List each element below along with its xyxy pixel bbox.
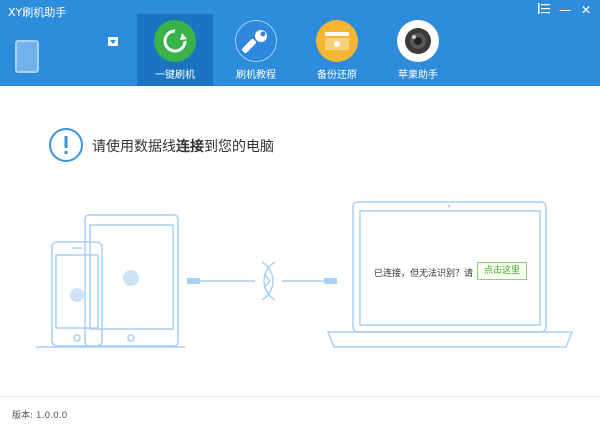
message-pre: 请使用数据线 [92, 139, 176, 155]
menu-icon[interactable] [535, 2, 553, 18]
camera-lens-icon [397, 20, 439, 62]
click-here-button[interactable]: 点击这里 [477, 262, 527, 280]
tab-backup-label: 备份还原 [317, 70, 357, 81]
tab-tutorial[interactable]: 刷机教程 [218, 14, 294, 86]
tab-apple-helper[interactable]: 苹果助手 [380, 14, 456, 86]
close-button[interactable]: ✕ [577, 2, 595, 18]
top-bar: XY刷机助手 — ✕ 一键刷机 刷机教程 备份还原 苹果助手 [0, 0, 600, 86]
apple-logo-icon [123, 270, 139, 286]
tab-backup[interactable]: 备份还原 [299, 14, 375, 86]
apple-logo-icon [70, 288, 84, 302]
unrecognized-prompt: 已连接，但无法识别？请 [374, 269, 474, 279]
version-label: 版本: 1.0.0.0 [12, 411, 68, 421]
info-exclamation-icon [49, 128, 83, 162]
refresh-icon [154, 20, 196, 62]
connect-message: 请使用数据线连接到您的电脑 [92, 136, 274, 156]
tab-tutorial-label: 刷机教程 [236, 70, 276, 81]
status-bar: 版本: 1.0.0.0 [0, 396, 600, 430]
wrench-icon [235, 20, 277, 62]
tab-flash[interactable]: 一键刷机 [137, 14, 213, 86]
minimize-button[interactable]: — [556, 2, 574, 18]
backup-icon [316, 20, 358, 62]
device-thumbnail-icon[interactable] [15, 40, 39, 73]
window-title: XY刷机助手 [8, 6, 67, 19]
device-dropdown-icon[interactable] [108, 37, 118, 46]
message-bold: 连接 [176, 139, 204, 155]
tab-apple-helper-label: 苹果助手 [398, 70, 438, 81]
tab-flash-label: 一键刷机 [155, 70, 195, 81]
message-post: 到您的电脑 [204, 139, 274, 155]
